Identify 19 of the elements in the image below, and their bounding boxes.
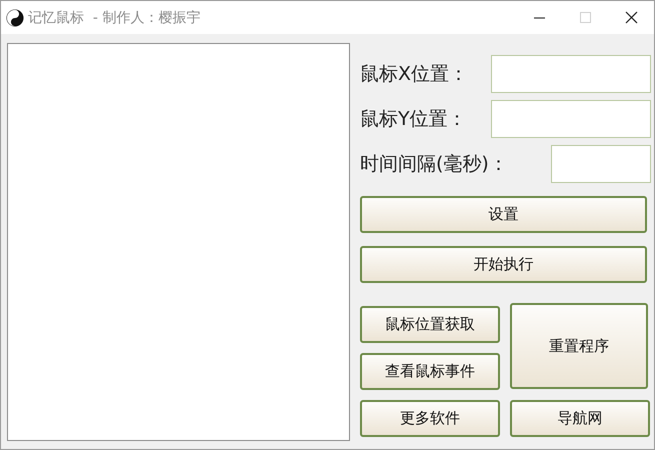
action-button[interactable]: 设置: [360, 196, 647, 233]
action-button[interactable]: 重置程序: [510, 303, 648, 389]
field-label: 鼠标X位置：: [360, 62, 468, 87]
window-title: 记忆鼠标 - 制作人：樱振宇: [28, 8, 200, 26]
input-field[interactable]: [491, 55, 651, 93]
minimize-icon: [532, 16, 546, 18]
field-label: 时间间隔(毫秒)：: [360, 152, 508, 177]
yin-yang-icon: [6, 8, 24, 26]
action-button[interactable]: 查看鼠标事件: [360, 353, 500, 390]
input-field[interactable]: [491, 100, 651, 138]
action-button[interactable]: 更多软件: [360, 400, 500, 437]
input-field[interactable]: [551, 145, 651, 183]
close-icon: [624, 11, 638, 24]
field-label: 鼠标Y位置：: [360, 107, 467, 132]
action-button[interactable]: 鼠标位置获取: [360, 306, 500, 343]
action-button[interactable]: 开始执行: [360, 246, 647, 283]
maximize-icon: [578, 11, 592, 24]
action-button[interactable]: 导航网: [510, 400, 650, 437]
list-box[interactable]: [7, 43, 350, 441]
